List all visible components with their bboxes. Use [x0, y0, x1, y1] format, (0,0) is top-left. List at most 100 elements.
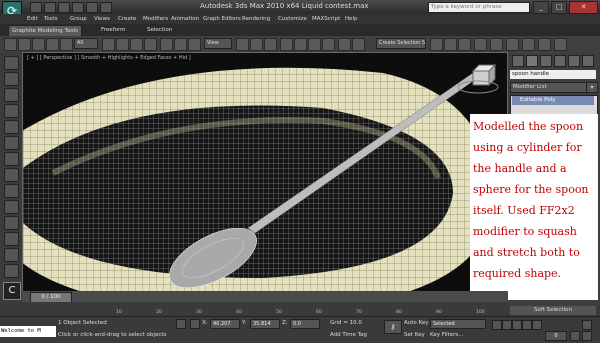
soft-selection-rollout[interactable]: Soft Selection	[510, 306, 596, 315]
viewport-label[interactable]: [ + ] [ Perspective ] [ Smooth + Highlig…	[27, 55, 191, 61]
save-file-icon[interactable]	[58, 2, 70, 13]
key-icon[interactable]: ⚷	[384, 320, 402, 334]
chevron-down-icon[interactable]: ▾	[586, 82, 598, 93]
motion-panel-icon[interactable]	[4, 104, 19, 118]
camera-icon[interactable]	[4, 232, 19, 246]
absolute-mode-icon[interactable]	[190, 319, 200, 329]
open-file-icon[interactable]	[44, 2, 56, 13]
menu-customize[interactable]: Customize	[278, 14, 307, 24]
menu-rendering[interactable]: Rendering	[242, 14, 270, 24]
display-tab-icon[interactable]	[568, 55, 580, 67]
keyboard-shortcut-icon[interactable]	[264, 38, 277, 51]
create-tab-icon[interactable]	[512, 55, 524, 67]
tab-selection[interactable]: Selection	[144, 25, 175, 35]
add-time-tag-button[interactable]: Add Time Tag	[330, 332, 367, 338]
modifier-list-dropdown[interactable]: Modifier List	[510, 82, 588, 93]
hierarchy-panel-icon[interactable]	[4, 88, 19, 102]
sphere-primitive-icon[interactable]	[4, 168, 19, 182]
link-icon[interactable]	[32, 38, 45, 51]
spacewarp-icon[interactable]	[4, 264, 19, 278]
perspective-viewport[interactable]: [ + ] [ Perspective ] [ Smooth + Highlig…	[22, 52, 508, 302]
box-primitive-icon[interactable]	[4, 184, 19, 198]
percent-snap-icon[interactable]	[308, 38, 321, 51]
menu-tools[interactable]: Tools	[44, 14, 58, 24]
menu-group[interactable]: Group	[70, 14, 87, 24]
next-frame-icon[interactable]	[522, 320, 532, 330]
move-icon[interactable]	[160, 38, 173, 51]
render-production-icon[interactable]	[554, 38, 567, 51]
redo-icon[interactable]	[86, 2, 98, 13]
utilities-tab-icon[interactable]	[582, 55, 594, 67]
angle-snap-icon[interactable]	[294, 38, 307, 51]
create-panel-icon[interactable]	[4, 56, 19, 70]
rotate-icon[interactable]	[174, 38, 187, 51]
curve-editor-icon[interactable]	[474, 38, 487, 51]
pan-icon[interactable]	[582, 331, 592, 341]
menu-modifiers[interactable]: Modifiers	[143, 14, 168, 24]
z-coordinate-field[interactable]: 0.0	[290, 319, 320, 329]
select-and-manipulate-icon[interactable]	[250, 38, 263, 51]
menu-create[interactable]: Create	[118, 14, 136, 24]
spinner-snap-icon[interactable]	[322, 38, 335, 51]
unlink-icon[interactable]	[46, 38, 59, 51]
maxscript-listener-input[interactable]: Welcome to M	[0, 326, 56, 337]
modify-tab-icon[interactable]	[526, 55, 538, 67]
time-configuration-icon[interactable]	[570, 331, 580, 341]
object-name-field[interactable]: spoon handle	[510, 70, 596, 79]
mirror-icon[interactable]	[352, 38, 365, 51]
helper-icon[interactable]	[4, 248, 19, 262]
layer-manager-icon[interactable]	[444, 38, 457, 51]
menu-edit[interactable]: Edit	[27, 14, 38, 24]
graphite-toggle-icon[interactable]	[458, 38, 471, 51]
go-to-end-icon[interactable]	[532, 320, 542, 330]
tab-freeform[interactable]: Freeform	[98, 25, 129, 35]
menu-graph-editors[interactable]: Graph Editors	[203, 14, 241, 24]
menu-help[interactable]: Help	[345, 14, 358, 24]
bind-space-warp-icon[interactable]	[60, 38, 73, 51]
plane-primitive-icon[interactable]	[4, 200, 19, 214]
edit-named-selection-icon[interactable]	[338, 38, 351, 51]
selection-region-icon[interactable]	[130, 38, 143, 51]
reference-coordinate-dropdown[interactable]: View	[204, 38, 232, 49]
render-setup-icon[interactable]	[522, 38, 535, 51]
rendered-frame-window-icon[interactable]	[538, 38, 551, 51]
new-file-icon[interactable]	[30, 2, 42, 13]
motion-tab-icon[interactable]	[554, 55, 566, 67]
stack-item-editable-poly[interactable]: Editable Poly	[512, 96, 594, 105]
maximize-icon[interactable]: □	[551, 1, 567, 14]
go-to-start-icon[interactable]	[492, 320, 502, 330]
set-key-button[interactable]: Set Key	[404, 332, 425, 338]
select-object-icon[interactable]	[102, 38, 115, 51]
snaps-toggle-icon[interactable]	[280, 38, 293, 51]
y-coordinate-field[interactable]: 35.814	[250, 319, 280, 329]
scale-icon[interactable]	[188, 38, 201, 51]
key-selection-dropdown[interactable]: Selected	[430, 319, 486, 329]
utilities-panel-icon[interactable]	[4, 136, 19, 150]
modify-panel-icon[interactable]	[4, 72, 19, 86]
named-selection-dropdown[interactable]: Create Selection S	[376, 38, 426, 49]
redo-scene-icon[interactable]	[18, 38, 31, 51]
selection-filter-dropdown[interactable]: All	[74, 38, 98, 49]
schematic-view-icon[interactable]	[490, 38, 503, 51]
undo-icon[interactable]	[72, 2, 84, 13]
material-editor-icon[interactable]	[506, 38, 519, 51]
previous-frame-icon[interactable]	[502, 320, 512, 330]
window-crossing-icon[interactable]	[144, 38, 157, 51]
viewcube-icon[interactable]	[471, 63, 497, 87]
align-icon[interactable]	[430, 38, 443, 51]
lock-selection-icon[interactable]	[176, 319, 186, 329]
x-coordinate-field[interactable]: 40.207	[210, 319, 240, 329]
key-filters-button[interactable]: Key Filters...	[430, 332, 463, 338]
cylinder-primitive-icon[interactable]	[4, 152, 19, 166]
zoom-icon[interactable]	[582, 320, 592, 330]
hierarchy-tab-icon[interactable]	[540, 55, 552, 67]
menu-maxscript[interactable]: MAXScript	[312, 14, 340, 24]
minimize-icon[interactable]: _	[533, 1, 549, 14]
menu-animation[interactable]: Animation	[171, 14, 199, 24]
script-listener-icon[interactable]: C	[3, 282, 21, 300]
undo-scene-icon[interactable]	[4, 38, 17, 51]
search-input[interactable]: Type a keyword or phrase	[428, 2, 530, 13]
auto-key-button[interactable]: Auto Key	[404, 320, 429, 326]
project-folder-icon[interactable]	[100, 2, 112, 13]
select-by-name-icon[interactable]	[116, 38, 129, 51]
